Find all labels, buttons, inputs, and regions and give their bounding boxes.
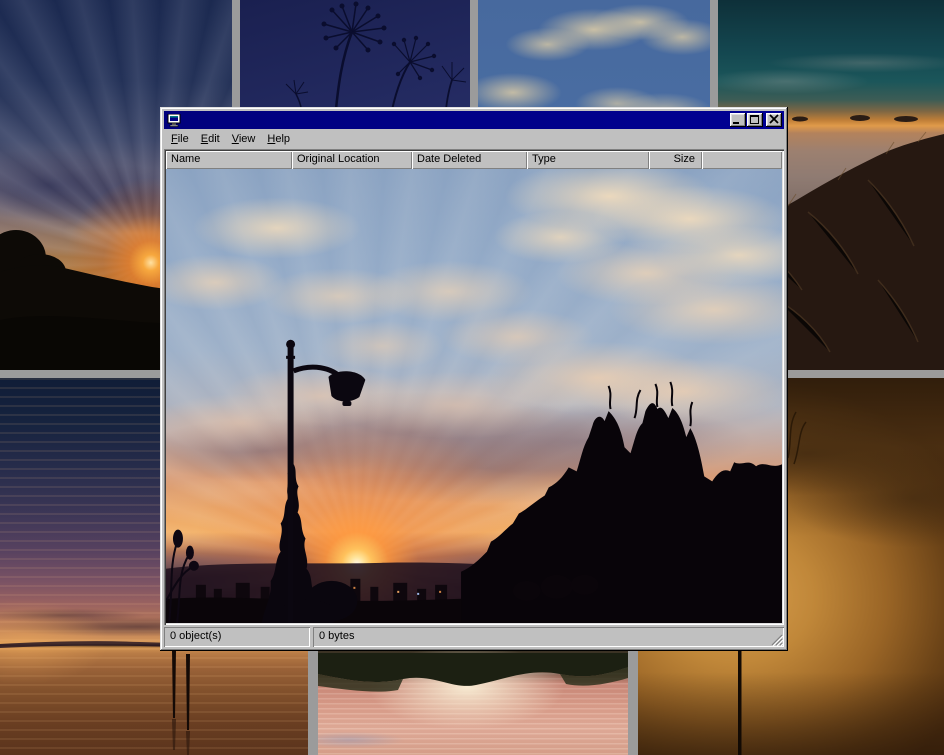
minimize-icon bbox=[733, 122, 739, 124]
maximize-button[interactable] bbox=[747, 113, 763, 127]
menu-bar: File Edit View Help bbox=[164, 129, 784, 148]
file-list-view: Name Original Location Date Deleted Type… bbox=[164, 149, 784, 625]
close-button[interactable] bbox=[766, 113, 782, 127]
column-header-name[interactable]: Name bbox=[166, 151, 292, 169]
status-object-count: 0 object(s) bbox=[164, 627, 310, 647]
status-bar: 0 object(s) 0 bytes bbox=[164, 627, 784, 647]
client-area-sunset-photo[interactable] bbox=[166, 169, 782, 623]
window-titlebar[interactable] bbox=[164, 111, 784, 129]
column-header-size[interactable]: Size bbox=[649, 151, 702, 169]
maximize-icon bbox=[750, 115, 759, 124]
program-window-icon bbox=[167, 114, 181, 127]
close-icon bbox=[768, 114, 780, 125]
column-header-filler[interactable] bbox=[702, 151, 782, 169]
menu-view[interactable]: View bbox=[226, 131, 262, 147]
menu-edit[interactable]: Edit bbox=[195, 131, 226, 147]
column-header-date-deleted[interactable]: Date Deleted bbox=[412, 151, 527, 169]
resize-grip-icon[interactable] bbox=[770, 633, 783, 646]
status-size: 0 bytes bbox=[313, 627, 784, 647]
column-header-original-location[interactable]: Original Location bbox=[292, 151, 412, 169]
menu-file[interactable]: File bbox=[165, 131, 195, 147]
column-header-type[interactable]: Type bbox=[527, 151, 649, 169]
minimize-button[interactable] bbox=[730, 113, 746, 127]
menu-help[interactable]: Help bbox=[261, 131, 296, 147]
sunset-foreground-silhouettes bbox=[166, 169, 782, 623]
desktop-wallpaper-collage: File Edit View Help Name Original Locati… bbox=[0, 0, 944, 755]
recycle-bin-window: File Edit View Help Name Original Locati… bbox=[160, 107, 788, 651]
column-header-row: Name Original Location Date Deleted Type… bbox=[166, 151, 782, 169]
